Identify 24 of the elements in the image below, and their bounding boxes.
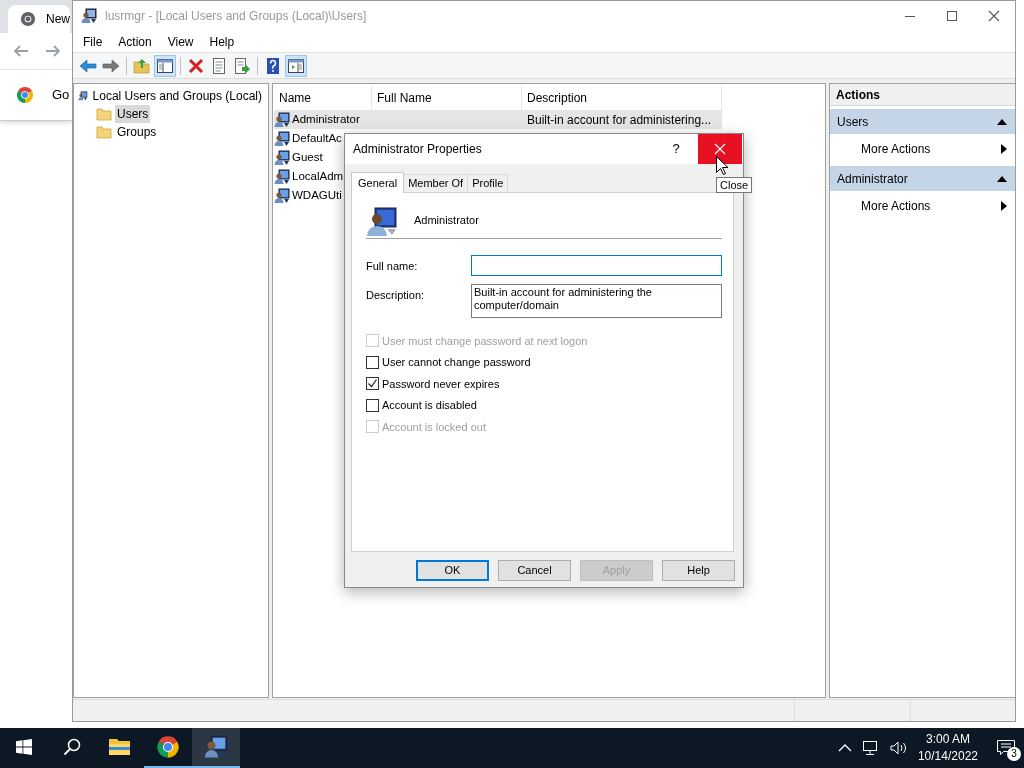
table-cell-text: WDAGUti (292, 187, 342, 203)
tab-title: New (46, 11, 70, 28)
checkbox-label: Account is locked out (382, 419, 486, 435)
dialog-title: Administrator Properties (353, 141, 483, 158)
window-title: lusrmgr - [Local Users and Groups (Local)\Users] (105, 8, 368, 25)
section-title: Administrator (837, 170, 908, 188)
clock-date: 10/14/2022 (917, 748, 978, 765)
clock-time: 3:00 AM (925, 731, 970, 748)
table-cell-text: Built-in account for administering... (527, 111, 712, 129)
checkbox-label: Password never expires (382, 376, 500, 392)
section-title: Users (837, 113, 869, 131)
table-cell-text: LocalAdm (292, 168, 344, 184)
notification-badge: 3 (1007, 747, 1021, 761)
field-label: Description: (366, 288, 426, 303)
actions-header: Actions (830, 84, 1015, 106)
checkbox-label: User must change password at next logon (382, 333, 588, 349)
table-cell-text: Guest (292, 149, 323, 165)
tooltip: Close (716, 177, 753, 193)
user-name: Administrator (414, 213, 479, 229)
checkbox-label: User cannot change password (382, 355, 531, 370)
table-cell-text: DefaultAc (292, 130, 342, 146)
table-cell-text: Administrator (292, 111, 360, 127)
field-label: Full name: (366, 259, 419, 274)
checkbox-label: Account is disabled (382, 398, 477, 413)
